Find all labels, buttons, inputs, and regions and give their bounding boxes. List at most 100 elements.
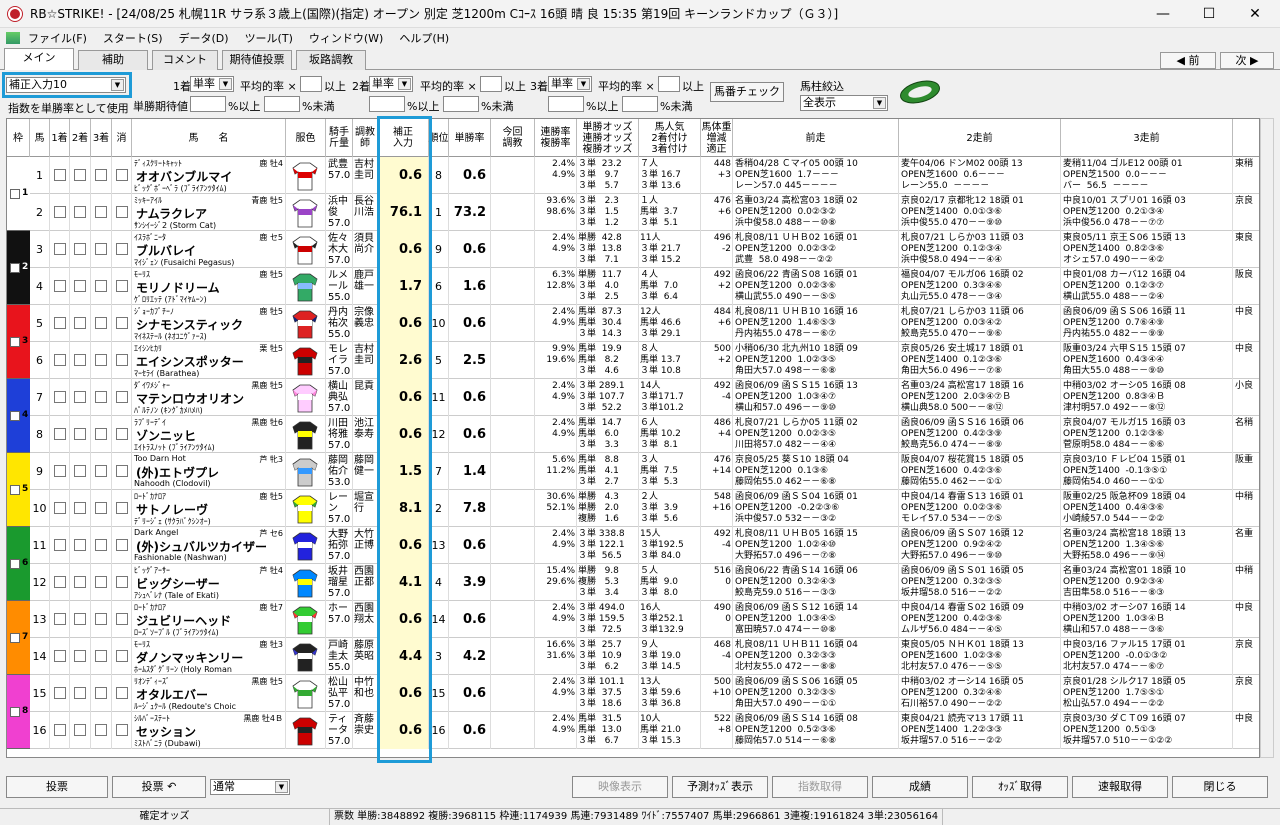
today-training-cell[interactable] bbox=[491, 490, 535, 527]
today-training-cell[interactable] bbox=[491, 564, 535, 601]
header-kesu[interactable]: 消 bbox=[112, 119, 132, 157]
prev-race-2[interactable]: 函良06/09 函ＳＳ07 16頭 12 OPEN芝1200 0.9②④② 大野… bbox=[899, 527, 1061, 564]
prev-race-1[interactable]: 函良06/09 函ＳＳ06 16頭 05 OPEN芝1200 0.3②③⑤ 角田… bbox=[733, 675, 899, 712]
menu-tool[interactable]: ツール(T) bbox=[237, 30, 301, 46]
bet1-select[interactable]: 単率 ▼ bbox=[190, 76, 234, 92]
horse-name-cell[interactable]: ｼﾙﾊﾞｰｽﾃｰﾄ 黒鹿 牡4Ｂ セッション ﾐｽﾄﾊﾞﾆﾗ (Dubawi) bbox=[132, 712, 286, 749]
third-checkbox[interactable] bbox=[95, 650, 107, 662]
waku-checkbox[interactable] bbox=[10, 484, 20, 495]
waku-block[interactable]: 8 bbox=[7, 675, 30, 749]
menu-help[interactable]: ヘルプ(H) bbox=[391, 30, 457, 46]
horse-name-cell[interactable]: ﾀﾞｲﾜﾒｼﾞｬｰ 黒鹿 牡5 マテンロウオリオン ﾊﾟﾙﾃﾉﾝ (ｷﾝｸﾞｶﾒ… bbox=[132, 379, 286, 416]
waku-checkbox[interactable] bbox=[10, 262, 20, 273]
prev-race-4[interactable]: 名稍 bbox=[1233, 416, 1259, 453]
prev-race-3[interactable]: 中良03/16 ファル15 17頭 01 OPEN芝1200 -0.0①③② 北… bbox=[1061, 638, 1233, 675]
prev-race-3[interactable]: 東良05/11 京王Ｓ06 15頭 13 OPEN芝1400 0.8②③⑥ オシ… bbox=[1061, 231, 1233, 268]
win-checkbox[interactable] bbox=[54, 539, 66, 551]
next-button[interactable]: 次 ▶ bbox=[1220, 52, 1274, 69]
prev-race-4[interactable]: 名重 bbox=[1233, 527, 1259, 564]
filter-select[interactable]: 全表示 ▼ bbox=[800, 95, 888, 111]
prev-race-4[interactable]: 阪重 bbox=[1233, 453, 1259, 490]
exclude-checkbox[interactable] bbox=[116, 650, 128, 662]
menu-start[interactable]: スタート(S) bbox=[95, 30, 171, 46]
table-row[interactable]: 16 ｼﾙﾊﾞｰｽﾃｰﾄ 黒鹿 牡4Ｂ セッション ﾐｽﾄﾊﾞﾆﾗ (Dubaw… bbox=[7, 712, 1259, 749]
horse-name-cell[interactable]: ﾋﾞｯｸﾞｱｰｻｰ 芦 牡4 ビッグシーザー ｱｼｭﾍﾞﾚﾅ (Tale of … bbox=[132, 564, 286, 601]
prev-race-3[interactable]: 中稍03/02 オーシ07 16頭 14 OPEN芝1200 1.0③④Ｂ 横山… bbox=[1061, 601, 1233, 638]
exclude-checkbox[interactable] bbox=[116, 391, 128, 403]
table-row[interactable]: 13 ﾛｰﾄﾞｶﾅﾛｱ 鹿 牡7 ジュビリーヘッド ﾛｰｽﾞｿｰﾌﾞﾙ (ﾌﾞﾗ… bbox=[7, 601, 1259, 638]
third-checkbox[interactable] bbox=[95, 243, 107, 255]
prev-race-1[interactable]: 札良08/11 ＵＨＢ02 16頭 01 OPEN芝1200 0.0②③② 武豊… bbox=[733, 231, 899, 268]
predicted-odds-button[interactable]: 予測ｵｯｽﾞ表示 bbox=[672, 776, 768, 798]
close-window-button[interactable]: 閉じる bbox=[1172, 776, 1268, 798]
horse-name-cell[interactable]: ﾛｰﾄﾞｶﾅﾛｱ 鹿 牡5 サトノレーヴ ﾃﾞﾘｰｼﾞｪ (ｻｸﾗﾊﾞｸｼﾝｵｰ… bbox=[132, 490, 286, 527]
prev-race-2[interactable]: 函良06/09 函ＳＳ16 16頭 06 OPEN芝1200 0.4②③⑨ 鮫島… bbox=[899, 416, 1061, 453]
horse-name-cell[interactable]: ｲｽﾗﾎﾞﾆｰﾀ 鹿 セ5 ブルバレイ ﾏｲｼﾞｪﾝ (Fusaichi Peg… bbox=[132, 231, 286, 268]
second-checkbox[interactable] bbox=[74, 687, 86, 699]
second-checkbox[interactable] bbox=[74, 465, 86, 477]
today-training-cell[interactable] bbox=[491, 453, 535, 490]
table-row[interactable]: 7 ﾀﾞｲﾜﾒｼﾞｬｰ 黒鹿 牡5 マテンロウオリオン ﾊﾟﾙﾃﾉﾝ (ｷﾝｸﾞ… bbox=[7, 379, 1259, 416]
second-checkbox[interactable] bbox=[74, 317, 86, 329]
third-checkbox[interactable] bbox=[95, 354, 107, 366]
table-row[interactable]: 1 ﾃﾞｨｽｸﾘｰﾄｷｬｯﾄ 鹿 牡4 オオバンブルマイ ﾋﾞｯｸﾞﾎﾞｰﾍﾞﾗ… bbox=[7, 157, 1259, 194]
waku-block[interactable]: 6 bbox=[7, 527, 30, 601]
second-checkbox[interactable] bbox=[74, 391, 86, 403]
today-training-cell[interactable] bbox=[491, 268, 535, 305]
prev-race-2[interactable]: 中良04/14 春雷Ｓ02 16頭 09 OPEN芝1200 0.4②③⑥ ムル… bbox=[899, 601, 1061, 638]
avg-input-1[interactable] bbox=[300, 76, 322, 92]
prev-race-3[interactable]: 阪重03/24 六甲Ｓ15 15頭 07 OPEN芝1600 0.4③④④ 角田… bbox=[1061, 342, 1233, 379]
exclude-checkbox[interactable] bbox=[116, 724, 128, 736]
win-checkbox[interactable] bbox=[54, 613, 66, 625]
header-today[interactable]: 今回 調教 bbox=[491, 119, 535, 157]
horse-name-cell[interactable]: ﾃﾞｨｽｸﾘｰﾄｷｬｯﾄ 鹿 牡4 オオバンブルマイ ﾋﾞｯｸﾞﾎﾞｰﾍﾞﾗ (… bbox=[132, 157, 286, 194]
exclude-checkbox[interactable] bbox=[116, 206, 128, 218]
today-training-cell[interactable] bbox=[491, 675, 535, 712]
prev-race-1[interactable]: 函良06/09 函ＳＳ04 16頭 01 OPEN芝1200 -0.2②③⑥ 浜… bbox=[733, 490, 899, 527]
menu-file[interactable]: ファイル(F) bbox=[20, 30, 95, 46]
today-training-cell[interactable] bbox=[491, 601, 535, 638]
prev-race-3[interactable]: 函良06/09 函ＳＳ06 16頭 11 OPEN芝1200 0.7⑥④⑨ 丹内… bbox=[1061, 305, 1233, 342]
table-row[interactable]: 10 ﾛｰﾄﾞｶﾅﾛｱ 鹿 牡5 サトノレーヴ ﾃﾞﾘｰｼﾞｪ (ｻｸﾗﾊﾞｸｼ… bbox=[7, 490, 1259, 527]
exclude-checkbox[interactable] bbox=[116, 280, 128, 292]
prev-race-2[interactable]: 札良07/21 しらか03 11頭 06 OPEN芝1200 0.0③④② 鮫島… bbox=[899, 305, 1061, 342]
header-prev2[interactable]: 2走前 bbox=[899, 119, 1061, 157]
prev-button[interactable]: ◀ 前 bbox=[1160, 52, 1216, 69]
horse-name-cell[interactable]: ｼﾞｮｰｶﾌﾟﾁｰﾉ 鹿 牡5 シナモンスティック ﾏｲﾈｽﾃｰﾙ (ﾈｵﾕﾆｳ… bbox=[132, 305, 286, 342]
prev-race-3[interactable]: 中稍03/02 オーシ05 16頭 08 OPEN芝1200 0.8③④Ｂ 津村… bbox=[1061, 379, 1233, 416]
today-training-cell[interactable] bbox=[491, 194, 535, 231]
waku-block[interactable]: 4 bbox=[7, 379, 30, 453]
horse-name-cell[interactable]: ﾗﾌﾞﾘｰﾃﾞｲ 黒鹿 牡6 ゾンニッヒ ｴｲﾄﾗｽﾉｯﾄ (ﾌﾞﾗｲｱﾝﾂﾀｲ… bbox=[132, 416, 286, 453]
table-row[interactable]: 8 ﾗﾌﾞﾘｰﾃﾞｲ 黒鹿 牡6 ゾンニッヒ ｴｲﾄﾗｽﾉｯﾄ (ﾌﾞﾗｲｱﾝﾂ… bbox=[7, 416, 1259, 453]
prev-race-3[interactable]: 京良01/28 シルク17 18頭 05 OPEN芝1200 1.7⑤⑤① 松山… bbox=[1061, 675, 1233, 712]
prev-race-4[interactable]: 東稍 bbox=[1233, 157, 1259, 194]
horse-name-cell[interactable]: ｴｲｼﾝﾋｶﾘ 栗 牡5 エイシンスポッター ﾏｰｾﾗｲ (Barathea) bbox=[132, 342, 286, 379]
third-checkbox[interactable] bbox=[95, 206, 107, 218]
waku-block[interactable]: 7 bbox=[7, 601, 30, 675]
waku-checkbox[interactable] bbox=[10, 632, 20, 643]
prev-race-3[interactable]: 中良10/01 スプリ01 16頭 03 OPEN芝1200 0.2①③④ 浜中… bbox=[1061, 194, 1233, 231]
header-odds_type[interactable]: 単勝オッズ 連勝オッズ 複勝オッズ bbox=[577, 119, 639, 157]
second-checkbox[interactable] bbox=[74, 280, 86, 292]
third-checkbox[interactable] bbox=[95, 613, 107, 625]
table-row[interactable]: 15 ﾘｵﾝﾃﾞｨｰｽﾞ 黒鹿 牡5 オタルエバー ﾙｰｼﾞｭｸｰﾙ (Redo… bbox=[7, 675, 1259, 712]
prev-race-2[interactable]: 東良04/21 読売マ13 17頭 11 OPEN芝1400 1.2②③③ 坂井… bbox=[899, 712, 1061, 749]
table-row[interactable]: 14 ﾓｰﾘｽ 鹿 牡3 ダノンマッキンリー ﾎｰﾑｽﾀﾞｸﾞﾘｰﾝ (Holy… bbox=[7, 638, 1259, 675]
prev-race-1[interactable]: 函良06/09 函ＳＳ14 16頭 08 OPEN芝1200 0.5②③⑥ 藤岡… bbox=[733, 712, 899, 749]
horse-check-button[interactable]: 馬番チェック bbox=[710, 82, 784, 102]
vertical-scrollbar[interactable] bbox=[1260, 118, 1274, 758]
header-p3[interactable]: 3着 bbox=[91, 119, 112, 157]
prev-race-3[interactable]: 名重03/24 高松宮01 18頭 10 OPEN芝1200 0.9②③④ 吉田… bbox=[1061, 564, 1233, 601]
table-row[interactable]: 9 Too Darn Hot 芦 牝3 (外)エトヴプレ Nahoodh (Cl… bbox=[7, 453, 1259, 490]
prev-race-3[interactable]: 中良01/08 カーバ12 16頭 04 OPEN芝1200 0.1②③⑦ 横山… bbox=[1061, 268, 1233, 305]
header-pop[interactable]: 馬人気 2着付け 3着付け bbox=[639, 119, 701, 157]
exclude-checkbox[interactable] bbox=[116, 465, 128, 477]
header-p1[interactable]: 1着 bbox=[50, 119, 70, 157]
second-checkbox[interactable] bbox=[74, 206, 86, 218]
prev-race-1[interactable]: 京良05/25 葵Ｓ10 18頭 04 OPEN芝1200 0.1③⑥ 藤岡佑5… bbox=[733, 453, 899, 490]
second-checkbox[interactable] bbox=[74, 354, 86, 366]
second-checkbox[interactable] bbox=[74, 428, 86, 440]
menu-data[interactable]: データ(D) bbox=[171, 30, 237, 46]
waku-checkbox[interactable] bbox=[10, 336, 20, 347]
prev-race-1[interactable]: 函良06/22 青函Ｓ14 16頭 06 OPEN芝1200 0.3②④③ 鮫島… bbox=[733, 564, 899, 601]
